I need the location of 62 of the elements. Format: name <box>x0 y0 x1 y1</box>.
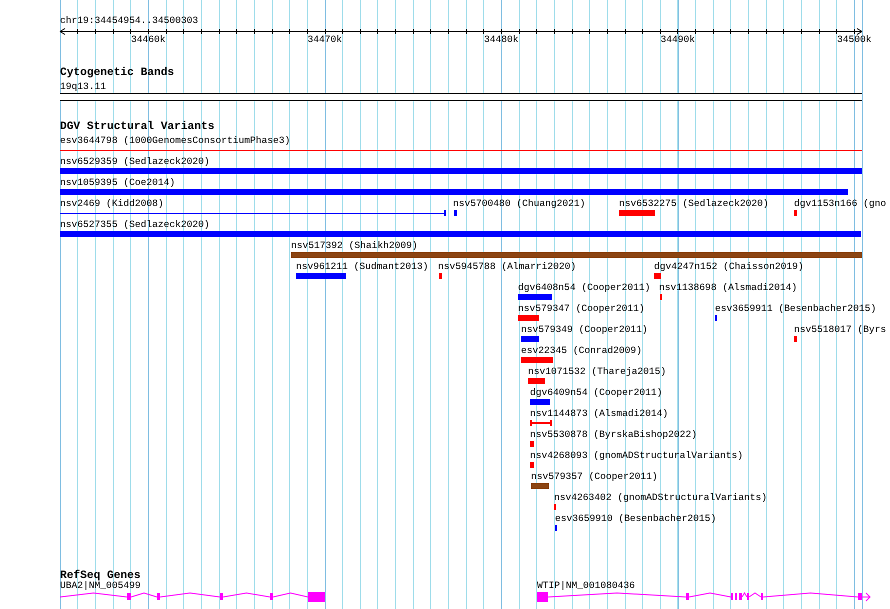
variant-label: nsv517392 (Shaikh2009) <box>291 240 418 251</box>
variant-bar[interactable] <box>439 273 442 279</box>
variant-label: nsv2469 (Kidd2008) <box>60 198 164 209</box>
variant-bar[interactable] <box>530 441 534 447</box>
variant-bar[interactable] <box>531 483 549 489</box>
variant-range[interactable] <box>530 420 552 426</box>
track-title: RefSeq Genes <box>60 570 141 582</box>
variant-bar[interactable] <box>60 189 848 195</box>
variant-label: nsv5700480 (Chuang2021) <box>453 198 586 209</box>
track-title: Cytogenetic Bands <box>60 67 174 80</box>
variant-label: nsv1144873 (Alsmadi2014) <box>530 408 668 419</box>
variant-bar[interactable] <box>530 462 534 468</box>
tick-label: 34470k <box>308 34 342 45</box>
variant-label: nsv5945788 (Almarri2020) <box>438 261 576 272</box>
variant-bar[interactable] <box>794 336 797 342</box>
tick-label: 34500k <box>837 34 872 45</box>
variant-label: nsv4263402 (gnomADStructuralVariants) <box>554 492 768 503</box>
variant-label: nsv6527355 (Sedlazeck2020) <box>60 219 210 230</box>
variant-bar[interactable] <box>454 210 457 216</box>
variant-bar[interactable] <box>296 273 346 279</box>
variant-label: nsv4268093 (gnomADStructuralVariants) <box>530 450 744 461</box>
variant-label: dgv4247n152 (Chaisson2019) <box>654 261 804 272</box>
variant-label: dgv1153n166 (gno <box>794 198 886 209</box>
tick-label: 34490k <box>660 34 696 45</box>
variant-bar[interactable] <box>794 210 797 216</box>
variant-label: nsv6529359 (Sedlazeck2020) <box>60 156 210 167</box>
gene-model-drawing[interactable] <box>60 592 325 602</box>
tick-label: 34480k <box>484 34 519 45</box>
variant-label: dgv6409n54 (Cooper2011) <box>530 387 662 398</box>
variant-bar[interactable] <box>619 210 655 216</box>
gene-label: WTIP|NM_001080436 <box>537 580 635 591</box>
location-label: chr19:34454954..34500303 <box>60 15 198 26</box>
variant-bar[interactable] <box>291 252 862 258</box>
variant-bar[interactable] <box>654 273 661 279</box>
variant-label: esv3659910 (Besenbacher2015) <box>555 513 716 524</box>
variant-label: nsv579349 (Cooper2011) <box>521 324 648 335</box>
variant-bar[interactable] <box>518 294 552 300</box>
variant-label: nsv1059395 (Coe2014) <box>60 177 176 188</box>
gene-model-drawing[interactable] <box>537 592 871 602</box>
variant-label: dgv6408n54 (Cooper2011) <box>518 282 650 293</box>
variant-bar[interactable] <box>518 315 539 321</box>
variant-bar[interactable] <box>528 378 545 384</box>
variant-label: nsv961211 (Sudmant2013) <box>296 261 428 272</box>
tick-label: 34460k <box>131 34 166 45</box>
variant-label: nsv579357 (Cooper2011) <box>531 471 658 482</box>
variant-label: nsv1071532 (Thareja2015) <box>528 366 666 377</box>
variant-bar[interactable] <box>521 357 553 363</box>
variant-bar[interactable] <box>60 231 861 237</box>
gene-label: UBA2|NM_005499 <box>60 580 141 591</box>
variant-label: nsv6532275 (Sedlazeck2020) <box>619 198 769 209</box>
variant-bar[interactable] <box>521 336 539 342</box>
variant-label: esv3659911 (Besenbacher2015) <box>715 303 876 314</box>
band-label: 19q13.11 <box>60 81 106 92</box>
variant-label: nsv5530878 (ByrskaBishop2022) <box>530 429 697 440</box>
variant-label: nsv579347 (Cooper2011) <box>518 303 645 314</box>
variant-label: esv22345 (Conrad2009) <box>521 345 642 356</box>
track-title: DGV Structural Variants <box>60 121 214 134</box>
variant-label: nsv1138698 (Alsmadi2014) <box>659 282 798 293</box>
variant-bar[interactable] <box>60 168 862 174</box>
variant-bar[interactable] <box>530 399 550 405</box>
variant-label: esv3644798 (1000GenomesConsortiumPhase3) <box>60 135 290 146</box>
variant-label: nsv5518017 (Byrs <box>794 324 886 335</box>
